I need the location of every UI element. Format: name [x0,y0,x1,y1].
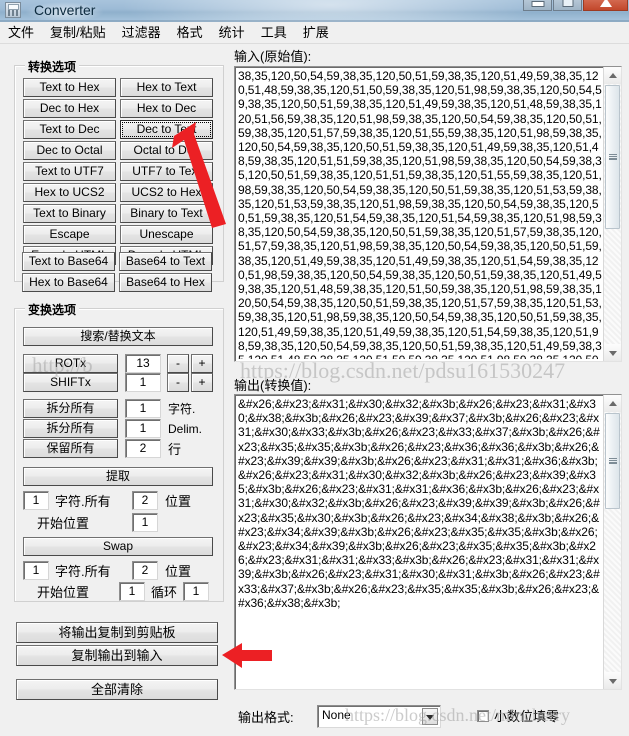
extract-start-label: 开始位置 [37,516,90,531]
btn-text-to-dec[interactable]: Text to Dec [23,120,116,139]
output-label: 输出(转换值): [234,378,312,393]
extract-pos-label: 位置 [165,494,192,509]
input-text: 38,35,120,50,54,59,38,35,120,50,51,59,38… [238,69,602,359]
title-bar: Converter [0,0,629,22]
btn-hex-to-text[interactable]: Hex to Text [120,78,213,97]
output-scroll-up-icon[interactable] [604,395,621,412]
btn-unescape[interactable]: Unescape [120,225,213,244]
btn-rotx[interactable]: ROTx [23,354,118,373]
swap-loop-label: 循环 [151,585,178,600]
swap-pos-value[interactable]: 2 [132,561,158,580]
btn-binary-to-text[interactable]: Binary to Text [120,204,213,223]
btn-hex-to-ucs2[interactable]: Hex to UCS2 [23,183,116,202]
chevron-down-icon[interactable] [422,708,438,725]
window-title: Converter [26,2,104,20]
btn-copy-output-to-clipboard[interactable]: 将输出复制到剪贴板 [16,622,218,643]
input-scroll-thumb[interactable] [605,85,620,229]
btn-search-replace[interactable]: 搜索/替换文本 [23,327,213,346]
btn-dec-to-octal[interactable]: Dec to Octal [23,141,116,160]
input-scroll-down-icon[interactable] [604,344,621,361]
titlebar-glow [120,0,540,22]
output-format-value: None [322,708,351,722]
output-format-label: 输出格式: [238,710,294,725]
input-scroll-up-icon[interactable] [604,67,621,84]
swap-start-value[interactable]: 1 [119,582,145,601]
output-textarea[interactable]: &#x26;&#x23;&#x31;&#x30;&#x32;&#x3b;&#x2… [234,394,622,690]
btn-keep-all-lines[interactable]: 保留所有 [23,439,118,458]
btn-dec-to-hex[interactable]: Dec to Hex [23,99,116,118]
swap-count-label: 字符.所有 [55,564,111,579]
btn-swap[interactable]: Swap [23,537,213,556]
menu-item-format[interactable]: 格式 [169,22,211,42]
output-scrollbar[interactable] [603,395,621,689]
btn-clear-all[interactable]: 全部清除 [16,679,218,700]
btn-base64-to-text[interactable]: Base64 to Text [119,252,212,271]
extract-count-label: 字符.所有 [55,494,111,509]
btn-escape[interactable]: Escape [23,225,116,244]
shiftx-plus-button[interactable]: + [191,373,213,392]
minimize-button[interactable] [523,0,552,11]
split-delim-value[interactable]: 1 [125,419,161,438]
window-controls [523,0,628,11]
pad-decimal-zero-label: 小数位填零 [494,709,560,724]
menu-item-copypaste[interactable]: 复制/粘贴 [42,22,114,42]
output-format-select[interactable]: None [317,705,441,728]
rotx-minus-button[interactable]: - [167,354,189,373]
btn-octal-to-dec[interactable]: Octal to Dec [120,141,213,160]
btn-split-all-delim[interactable]: 拆分所有 [23,419,118,438]
btn-base64-to-hex[interactable]: Base64 to Hex [119,273,212,292]
app-icon [5,2,21,18]
menu-item-file[interactable]: 文件 [0,22,42,42]
btn-dec-to-text[interactable]: Dec to Text [120,120,213,139]
menu-item-extensions[interactable]: 扩展 [295,22,337,42]
input-label: 输入(原始值): [234,49,312,64]
btn-utf7-to-text[interactable]: UTF7 to Text [120,162,213,181]
keep-lines-label: 行 [168,442,182,457]
keep-lines-value[interactable]: 2 [125,439,161,458]
output-scroll-thumb[interactable] [605,413,620,509]
extract-count-value[interactable]: 1 [23,491,49,510]
rotx-plus-button[interactable]: + [191,354,213,373]
menu-bar: 文件 复制/粘贴 过滤器 格式 统计 工具 扩展 [0,22,629,44]
btn-text-to-utf7[interactable]: Text to UTF7 [23,162,116,181]
output-text: &#x26;&#x23;&#x31;&#x30;&#x32;&#x3b;&#x2… [238,397,600,610]
rotx-value[interactable]: 13 [125,354,161,373]
close-button[interactable] [583,0,628,11]
transform-options-legend: 变换选项 [25,301,80,318]
btn-text-to-hex[interactable]: Text to Hex [23,78,116,97]
input-scrollbar[interactable] [603,67,621,361]
maximize-button[interactable] [553,0,582,11]
shiftx-minus-button[interactable]: - [167,373,189,392]
menu-item-filter[interactable]: 过滤器 [114,22,169,42]
btn-hex-to-base64[interactable]: Hex to Base64 [22,273,115,292]
focus-outline [122,122,211,137]
menu-item-tools[interactable]: 工具 [253,22,295,42]
btn-extract[interactable]: 提取 [23,467,213,486]
swap-pos-label: 位置 [165,564,192,579]
btn-hex-to-dec[interactable]: Hex to Dec [120,99,213,118]
menu-item-statistics[interactable]: 统计 [211,22,253,42]
convert-options-group: 转换选项 Text to Hex Hex to Text Dec to Hex … [14,58,224,282]
input-textarea[interactable]: 38,35,120,50,54,59,38,35,120,50,51,59,38… [234,66,622,362]
converter-window: Converter 文件 复制/粘贴 过滤器 格式 统计 工具 扩展 转换选项 … [0,0,629,736]
extract-pos-value[interactable]: 2 [132,491,158,510]
pad-decimal-zero-checkbox[interactable] [477,710,489,722]
output-scroll-down-icon[interactable] [604,672,621,689]
btn-ucs2-to-hex[interactable]: UCS2 to Hex [120,183,213,202]
btn-split-all-chars[interactable]: 拆分所有 [23,399,118,418]
split-chars-label: 字符. [168,402,196,416]
swap-start-label: 开始位置 [37,585,90,600]
swap-count-value[interactable]: 1 [23,561,49,580]
split-chars-value[interactable]: 1 [125,399,161,418]
btn-copy-output-to-input[interactable]: 复制输出到输入 [16,645,218,666]
btn-shiftx[interactable]: SHIFTx [23,373,118,392]
shiftx-value[interactable]: 1 [125,373,161,392]
extract-start-value[interactable]: 1 [132,513,158,532]
split-delim-label: Delim. [168,422,203,436]
btn-text-to-binary[interactable]: Text to Binary [23,204,116,223]
swap-loop-value[interactable]: 1 [183,582,209,601]
btn-text-to-base64[interactable]: Text to Base64 [22,252,115,271]
transform-options-group: 变换选项 搜索/替换文本 ROTx 13 - + SHIFTx 1 - + 拆分… [14,301,224,602]
convert-options-legend: 转换选项 [25,58,80,75]
